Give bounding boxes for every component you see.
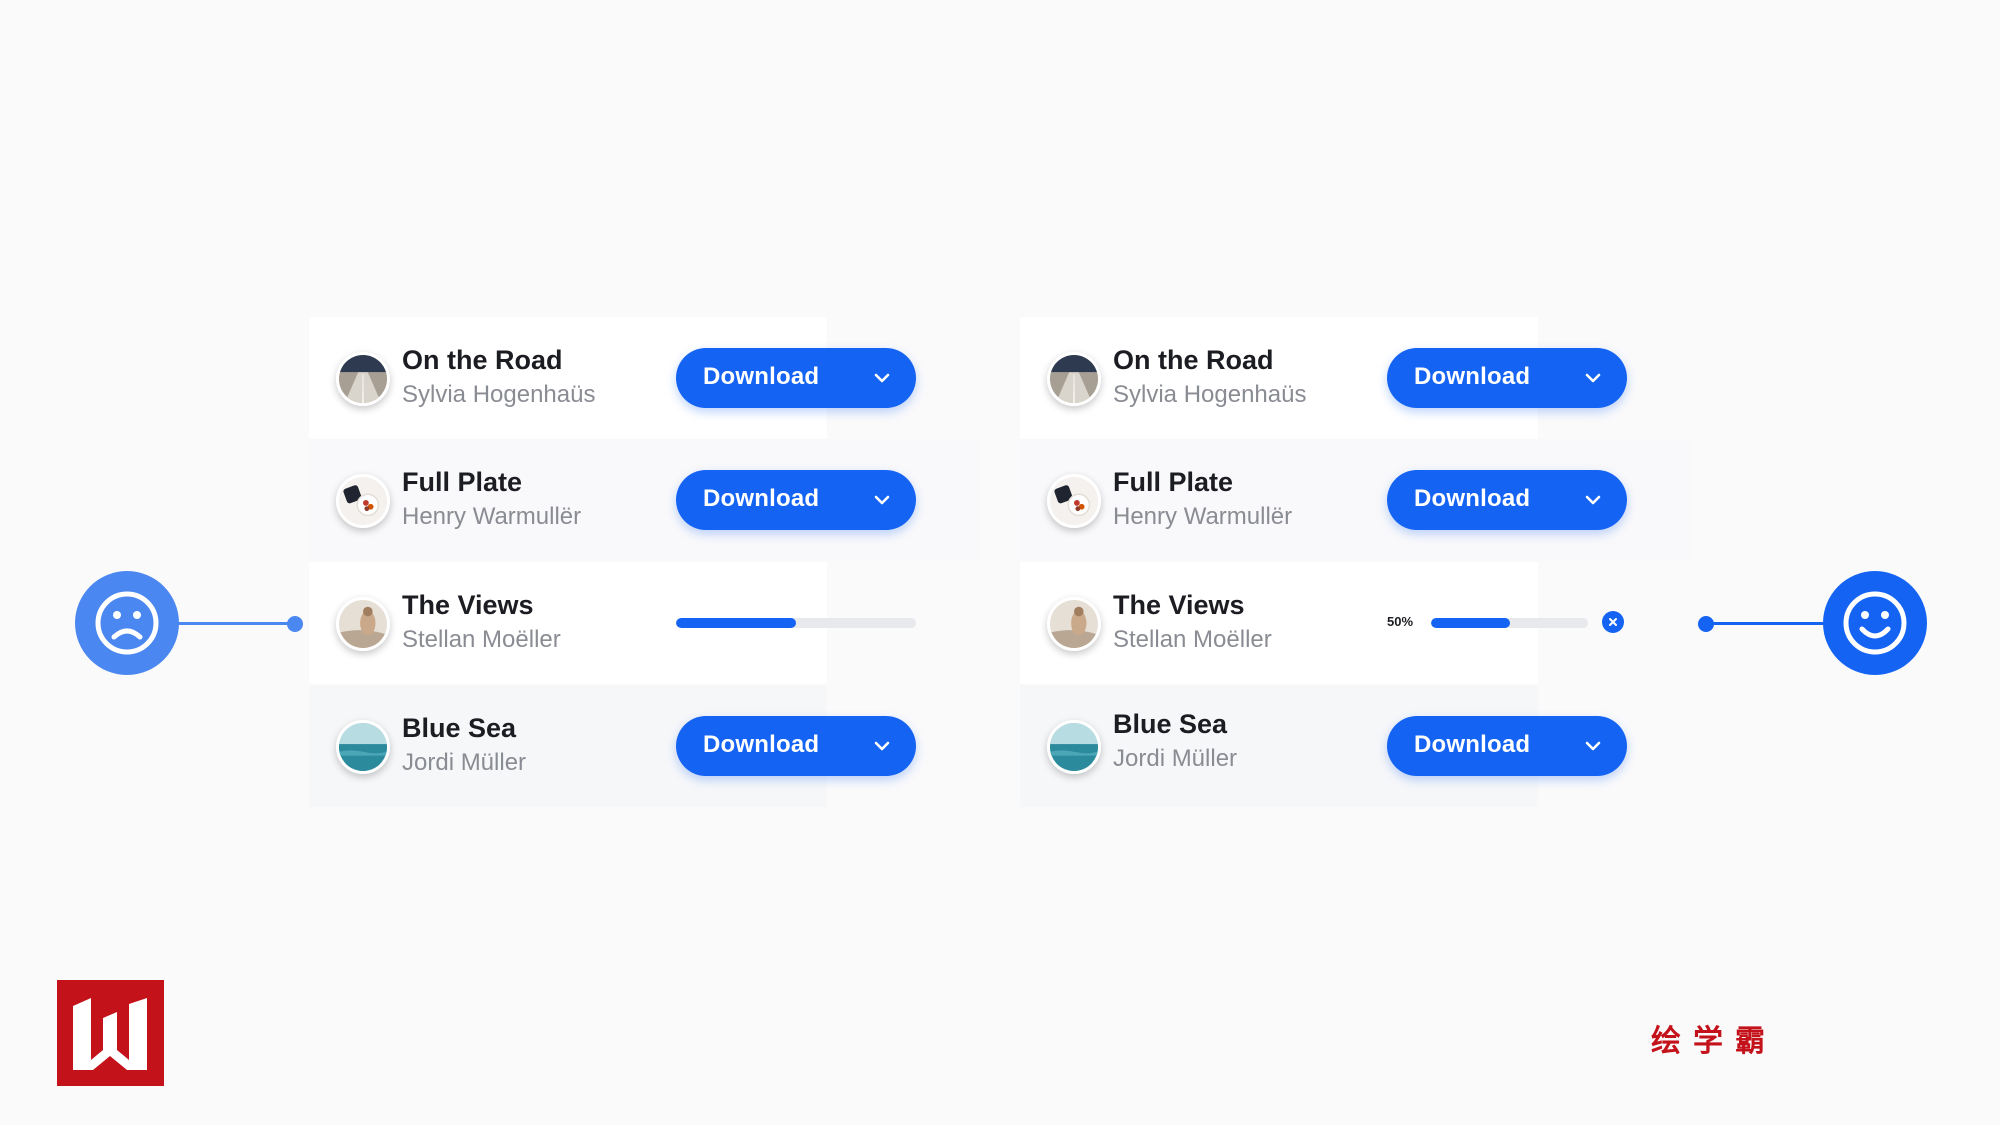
- road-thumbnail: [1047, 352, 1101, 406]
- download-button-label: Download: [1414, 363, 1531, 390]
- list-item: Blue Sea Jordi Müller Download: [309, 685, 916, 807]
- connector-dot: [287, 616, 303, 632]
- cancel-download-button[interactable]: [1602, 611, 1624, 633]
- download-button[interactable]: Download: [676, 348, 916, 408]
- item-author: Sylvia Hogenhaüs: [402, 381, 596, 408]
- item-author: Jordi Müller: [402, 749, 527, 776]
- connector-dot: [1698, 616, 1714, 632]
- item-title: Blue Sea: [1113, 709, 1228, 739]
- download-button[interactable]: Download: [676, 716, 916, 776]
- chevron-down-icon[interactable]: [1583, 490, 1603, 510]
- download-progress-fill: [676, 618, 796, 628]
- sea-image-icon: [1050, 723, 1098, 771]
- views-image-icon: [339, 600, 387, 648]
- after-download-list: On the Road Sylvia Hogenhaüs Download Fu…: [1020, 317, 1690, 807]
- download-progress-fill: [1431, 618, 1510, 628]
- w-logo-icon: [57, 980, 164, 1086]
- list-item: On the Road Sylvia Hogenhaüs Download: [309, 317, 916, 439]
- download-button-label: Download: [1414, 731, 1531, 758]
- connector-line: [1705, 622, 1825, 625]
- download-button[interactable]: Download: [1387, 470, 1627, 530]
- download-button-label: Download: [1414, 485, 1531, 512]
- views-thumbnail: [336, 597, 390, 651]
- list-item: The Views Stellan Moëller: [309, 562, 916, 684]
- list-item: Blue Sea Jordi Müller Download: [1020, 685, 1627, 807]
- views-thumbnail: [1047, 597, 1101, 651]
- happy-face-icon: [1823, 571, 1927, 675]
- download-button-label: Download: [703, 485, 820, 512]
- close-icon[interactable]: [1608, 617, 1618, 627]
- item-author: Stellan Moëller: [1113, 626, 1272, 653]
- item-title: On the Road: [1113, 345, 1274, 375]
- chevron-down-icon[interactable]: [872, 368, 892, 388]
- food-plate-image-icon: [339, 477, 387, 525]
- connector-line: [178, 622, 295, 625]
- item-author: Stellan Moëller: [402, 626, 561, 653]
- plate-thumbnail: [1047, 474, 1101, 528]
- item-title: The Views: [1113, 590, 1245, 620]
- views-image-icon: [1050, 600, 1098, 648]
- progress-percent-label: 50%: [1387, 614, 1414, 629]
- item-author: Henry Warmullër: [402, 503, 582, 530]
- item-title: Blue Sea: [402, 713, 517, 743]
- item-title: The Views: [402, 590, 534, 620]
- road-image-icon: [339, 355, 387, 403]
- item-author: Jordi Müller: [1113, 745, 1238, 772]
- list-item: Full Plate Henry Warmullër Download: [1020, 439, 1690, 561]
- item-title: Full Plate: [1113, 467, 1234, 497]
- item-author: Henry Warmullër: [1113, 503, 1293, 530]
- download-button[interactable]: Download: [1387, 716, 1627, 776]
- item-title: On the Road: [402, 345, 563, 375]
- item-title: Full Plate: [402, 467, 523, 497]
- chevron-down-icon[interactable]: [872, 736, 892, 756]
- list-item: Full Plate Henry Warmullër Download: [309, 439, 979, 561]
- list-item: The Views Stellan Moëller 50%: [1020, 562, 1624, 684]
- road-image-icon: [1050, 355, 1098, 403]
- download-button-label: Download: [703, 363, 820, 390]
- download-progress-bar: [1431, 618, 1588, 628]
- download-button[interactable]: Download: [676, 470, 916, 530]
- download-button-label: Download: [703, 731, 820, 758]
- sea-thumbnail: [336, 720, 390, 774]
- sea-thumbnail: [1047, 720, 1101, 774]
- download-progress-bar: [676, 618, 916, 628]
- sad-face-icon: [75, 571, 179, 675]
- brand-name: 绘学霸: [1651, 1024, 1777, 1059]
- chevron-down-icon[interactable]: [872, 490, 892, 510]
- item-author: Sylvia Hogenhaüs: [1113, 381, 1307, 408]
- sea-image-icon: [339, 723, 387, 771]
- food-plate-image-icon: [1050, 477, 1098, 525]
- plate-thumbnail: [336, 474, 390, 528]
- download-button[interactable]: Download: [1387, 348, 1627, 408]
- list-item: On the Road Sylvia Hogenhaüs Download: [1020, 317, 1627, 439]
- chevron-down-icon[interactable]: [1583, 368, 1603, 388]
- road-thumbnail: [336, 352, 390, 406]
- before-download-list: On the Road Sylvia Hogenhaüs Download Fu…: [309, 317, 979, 807]
- chevron-down-icon[interactable]: [1583, 736, 1603, 756]
